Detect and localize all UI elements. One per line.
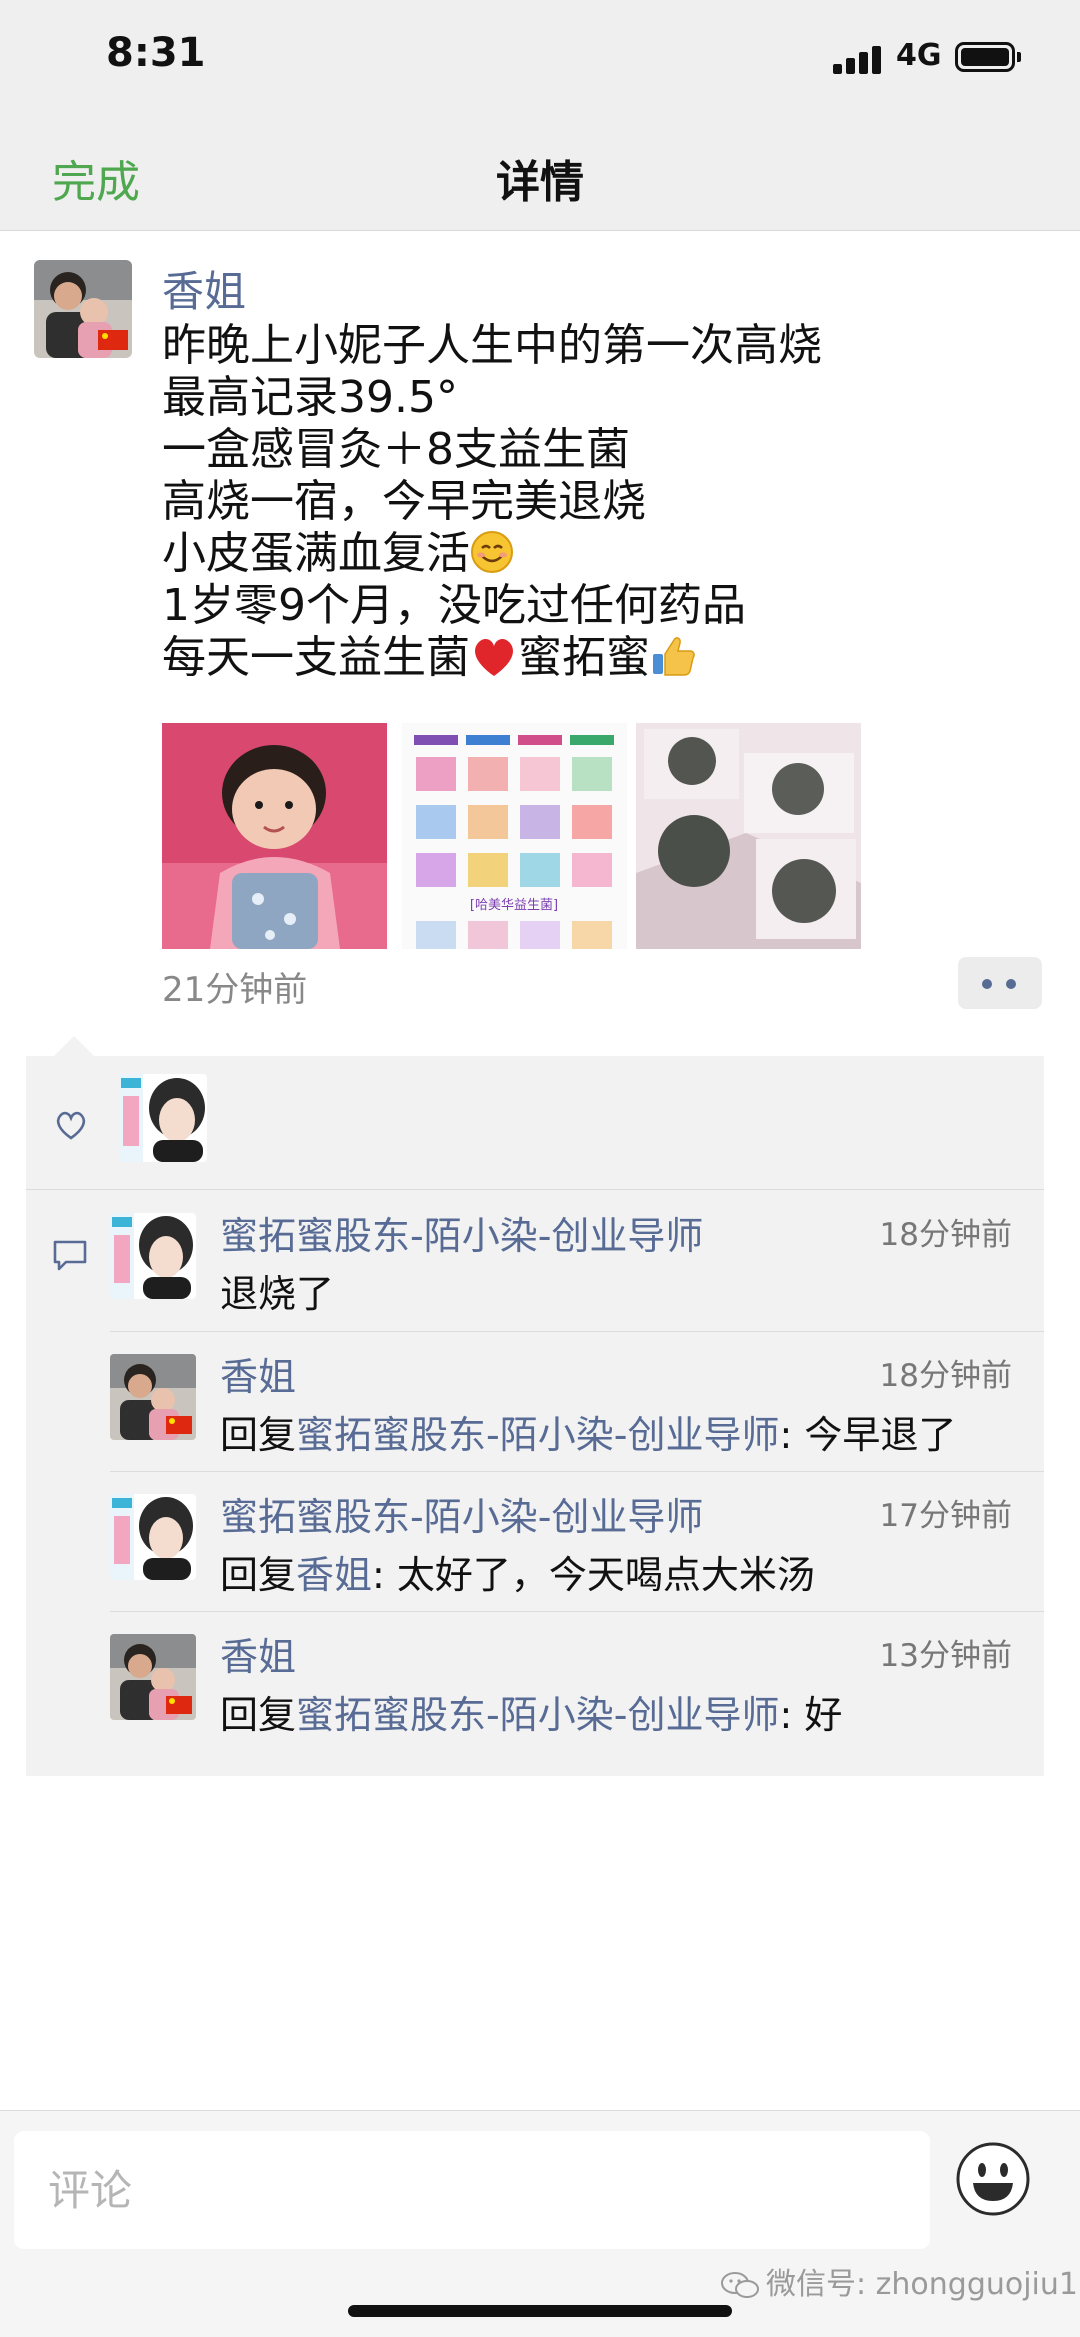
comment-time: 18分钟前 <box>879 1358 1012 1394</box>
reply-target[interactable]: 蜜拓蜜股东-陌小染-创业导师 <box>296 1413 779 1457</box>
emoji-icon[interactable] <box>955 2141 1031 2217</box>
post-line-text: 小皮蛋满血复活 <box>162 528 470 579</box>
avatar[interactable] <box>110 1634 196 1720</box>
post-line: 昨晚上小妮子人生中的第一次高烧 <box>162 320 822 371</box>
red-heart-emoji <box>475 639 513 676</box>
comment-time: 13分钟前 <box>879 1638 1012 1674</box>
reply-target[interactable]: 香姐 <box>296 1553 372 1597</box>
likes-comments-panel: 蜜拓蜜股东-陌小染-创业导师 18分钟前 退烧了 香姐 18分钟前 回复蜜拓蜜股… <box>26 1036 1044 1776</box>
comment-text: 退烧了 <box>220 1272 335 1316</box>
likes-row <box>26 1056 1044 1190</box>
comment-text: 回复蜜拓蜜股东-陌小染-创业导师: 好 <box>220 1684 842 1739</box>
network-type: 4G <box>896 38 942 73</box>
nav-bar: 详情 完成 <box>0 118 1080 231</box>
post-line: 最高记录39.5° <box>162 372 458 423</box>
comment-time: 17分钟前 <box>879 1498 1012 1534</box>
comment-icon <box>53 1240 87 1271</box>
signal-icon <box>833 44 883 74</box>
comment-author[interactable]: 蜜拓蜜股东-陌小染-创业导师 <box>220 1486 703 1541</box>
reply-prefix: 回复 <box>220 1553 297 1597</box>
reply-body: : 好 <box>779 1693 843 1737</box>
reply-body: : 太好了，今天喝点大米汤 <box>372 1553 815 1597</box>
comment-input[interactable] <box>14 2131 930 2249</box>
avatar[interactable] <box>110 1213 196 1299</box>
comment-author[interactable]: 香姐 <box>220 1346 296 1401</box>
comment-author[interactable]: 香姐 <box>220 1626 296 1681</box>
reply-target[interactable]: 蜜拓蜜股东-陌小染-创业导师 <box>296 1693 779 1737</box>
post-photo-patches[interactable] <box>636 723 861 949</box>
more-dots-icon[interactable] <box>958 957 1042 1009</box>
post-photo-product-chart[interactable]: [哈美华益生菌] <box>402 723 627 949</box>
avatar[interactable] <box>119 1074 207 1162</box>
watermark: 微信号: zhongguojiu1 <box>720 2259 1078 2303</box>
post-line-text: 每天一支益生菌 <box>162 632 470 683</box>
comment-item[interactable]: 蜜拓蜜股东-陌小染-创业导师 17分钟前 回复香姐: 太好了，今天喝点大米汤 <box>110 1471 1044 1612</box>
reply-prefix: 回复 <box>220 1693 297 1737</box>
post-line-with-emoji: 每天一支益生菌 蜜拓蜜 <box>162 632 822 684</box>
status-bar: 8:31 4G <box>0 0 1080 118</box>
post-line-with-emoji: 小皮蛋满血复活 <box>162 528 822 580</box>
comment-text: 回复香姐: 太好了，今天喝点大米汤 <box>220 1544 815 1599</box>
post-timestamp: 21分钟前 <box>162 970 308 1010</box>
heart-icon <box>56 1111 86 1140</box>
thumbs-up-emoji <box>653 637 695 676</box>
post-text: 昨晚上小妮子人生中的第一次高烧 最高记录39.5° 一盒感冒灸＋8支益生菌 高烧… <box>162 320 822 684</box>
done-button[interactable]: 完成 <box>52 146 140 210</box>
reply-prefix: 回复 <box>220 1413 297 1457</box>
photo-banner-text: [哈美华益生菌] <box>470 898 558 913</box>
comment-item[interactable]: 香姐 13分钟前 回复蜜拓蜜股东-陌小染-创业导师: 好 <box>110 1611 1044 1752</box>
comment-text: 回复蜜拓蜜股东-陌小染-创业导师: 今早退了 <box>220 1404 956 1459</box>
smile-emoji <box>471 531 513 573</box>
page-title: 详情 <box>496 157 584 208</box>
battery-icon <box>955 42 1021 72</box>
watermark-text: 微信号: zhongguojiu1 <box>766 2267 1078 2302</box>
post-line: 一盒感冒灸＋8支益生菌 <box>162 424 630 475</box>
post-line: 1岁零9个月，没吃过任何药品 <box>162 580 746 631</box>
avatar[interactable] <box>110 1494 196 1580</box>
avatar[interactable] <box>110 1354 196 1440</box>
comment-time: 18分钟前 <box>879 1217 1012 1253</box>
comment-item[interactable]: 香姐 18分钟前 回复蜜拓蜜股东-陌小染-创业导师: 今早退了 <box>110 1331 1044 1472</box>
comment-bar: 微信号: zhongguojiu1 <box>0 2110 1080 2337</box>
reply-body: : 今早退了 <box>779 1413 957 1457</box>
post-photo-baby[interactable] <box>162 723 387 949</box>
wechat-icon <box>721 2272 759 2298</box>
post-author-name[interactable]: 香姐 <box>162 258 246 319</box>
post-author-avatar[interactable] <box>34 260 132 358</box>
status-time: 8:31 <box>106 30 206 76</box>
home-indicator[interactable] <box>348 2305 732 2317</box>
comment-item[interactable]: 蜜拓蜜股东-陌小染-创业导师 18分钟前 退烧了 <box>110 1191 1044 1331</box>
post-line-text: 蜜拓蜜 <box>518 632 650 683</box>
comment-author[interactable]: 蜜拓蜜股东-陌小染-创业导师 <box>220 1205 703 1260</box>
post-line: 高烧一宿，今早完美退烧 <box>162 476 646 527</box>
